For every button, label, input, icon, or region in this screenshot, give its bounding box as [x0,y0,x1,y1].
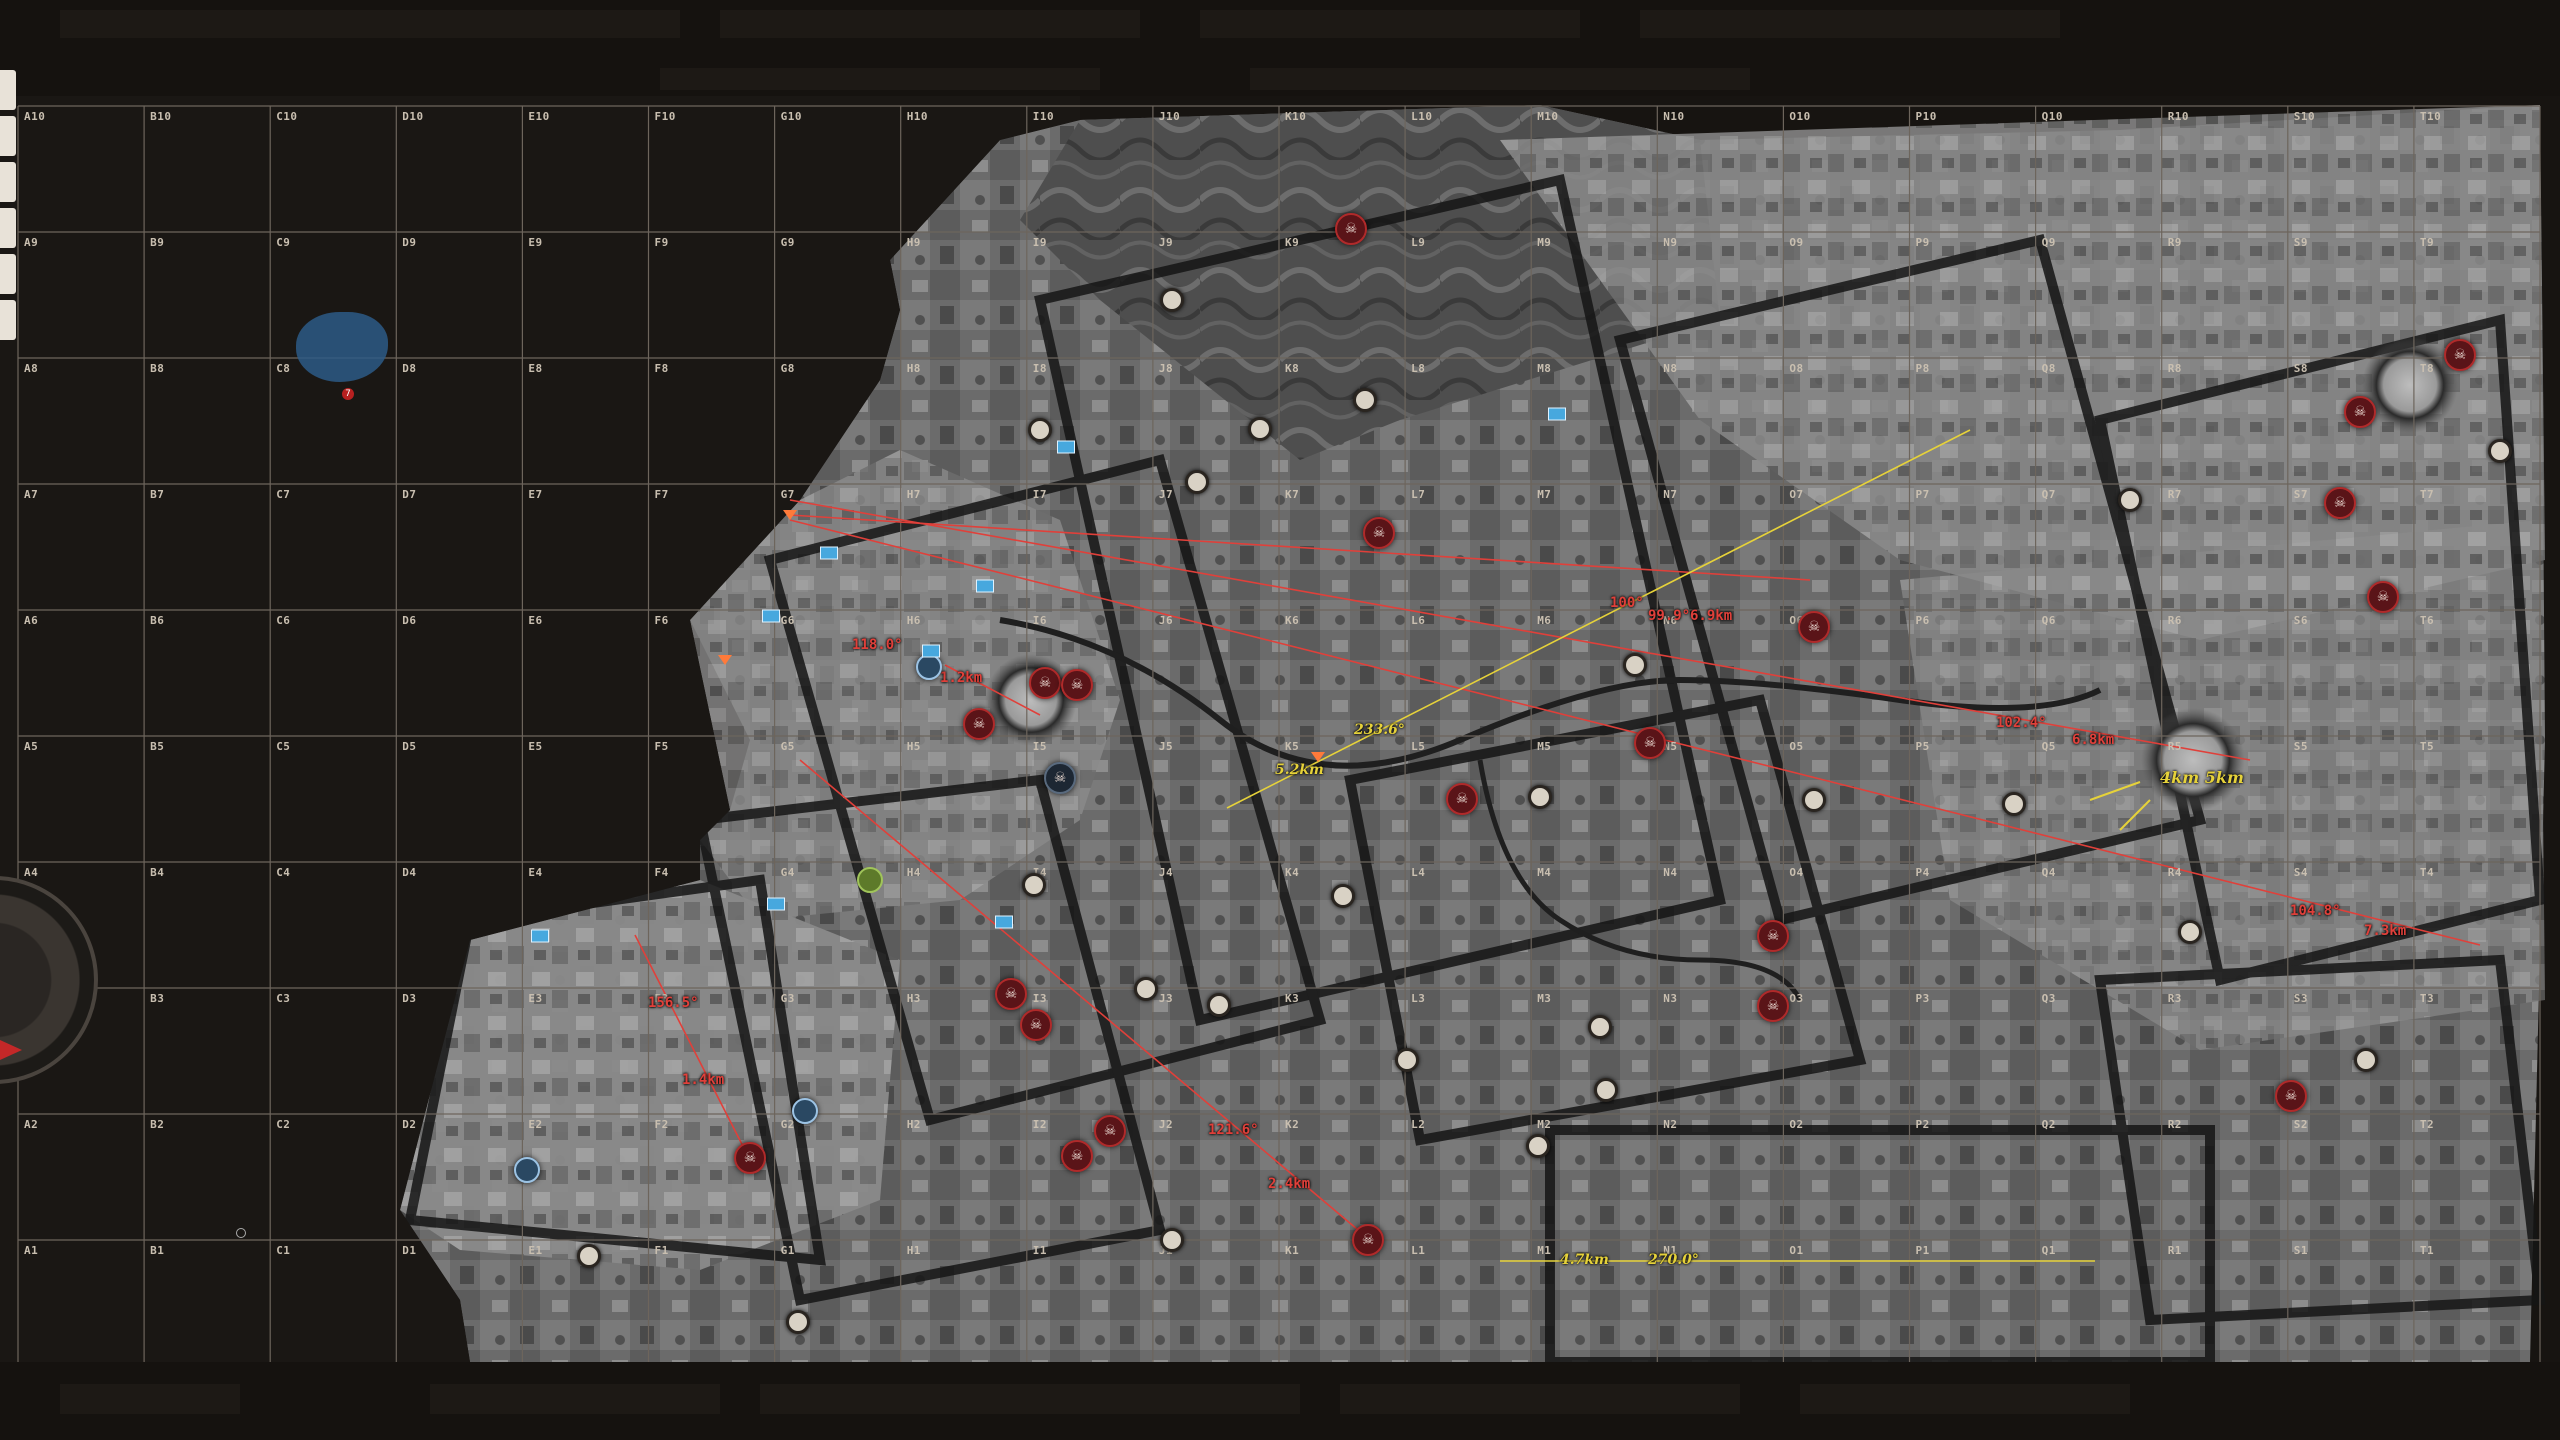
skull-icon[interactable]: ☠ [2275,1080,2307,1112]
tool-tab[interactable] [0,254,16,294]
tile-pin-icon[interactable] [1395,1048,1419,1072]
tool-tab[interactable] [0,70,16,110]
tool-tab[interactable] [0,300,16,340]
skull-icon[interactable]: ☠ [734,1142,766,1174]
camera-icon[interactable] [976,579,994,593]
skull-icon[interactable]: ☠ [1094,1115,1126,1147]
tile-pin-icon[interactable] [1526,1134,1550,1158]
objective-tag-icon: 7 [342,388,354,400]
skull-icon[interactable]: ☠ [2344,396,2376,428]
tile-pin-icon[interactable] [1331,884,1355,908]
skull-icon[interactable]: ☠ [1061,669,1093,701]
friendly-unit-icon[interactable] [916,654,942,680]
skull-icon[interactable]: ☠ [1061,1140,1093,1172]
tile-pin-icon[interactable] [2354,1048,2378,1072]
tile-pin-icon[interactable] [1028,418,1052,442]
skull-icon[interactable]: ☠ [1020,1009,1052,1041]
tile-pin-icon[interactable] [1160,288,1184,312]
tile-pin-icon[interactable] [1802,788,1826,812]
tool-tab[interactable] [0,208,16,248]
camera-icon[interactable] [767,897,785,911]
tile-pin-icon[interactable] [1207,993,1231,1017]
skull-icon[interactable]: ☠ [1363,517,1395,549]
origin-pin-icon[interactable] [783,510,797,520]
origin-pin-icon[interactable] [1311,752,1325,762]
tile-pin-icon[interactable] [1248,417,1272,441]
bottom-bar-block [760,1384,1300,1414]
tile-pin-icon[interactable] [1160,1228,1184,1252]
skull-icon[interactable]: ☠ [2367,581,2399,613]
bottom-bar [0,1362,2560,1440]
tile-pin-icon[interactable] [2002,792,2026,816]
map-screen: A10 B10 C10 D10 E10 F10 G10 H10 I10 J10 K10 L10 M10 N… [0,0,2560,1440]
camera-icon[interactable] [820,546,838,560]
tile-pin-icon[interactable] [1623,653,1647,677]
waypoint-icon[interactable] [857,867,883,893]
skull-icon[interactable]: ☠ [1352,1224,1384,1256]
camera-icon[interactable] [995,915,1013,929]
tile-pin-icon[interactable] [2118,488,2142,512]
map-canvas[interactable] [0,0,2560,1440]
camera-icon[interactable] [922,644,940,658]
skull-icon[interactable]: ☠ [1757,920,1789,952]
tool-tab[interactable] [0,116,16,156]
camera-icon[interactable] [531,929,549,943]
tile-pin-icon[interactable] [1022,873,1046,897]
tile-pin-icon[interactable] [2488,439,2512,463]
compass-needle-icon [0,1040,22,1060]
map-grid [17,105,2541,1367]
skull-icon[interactable]: ☠ [2324,487,2356,519]
skull-icon[interactable]: ☠ [995,978,1027,1010]
skull-icon[interactable]: ☠ [963,708,995,740]
skull-icon[interactable]: ☠ [1446,783,1478,815]
skull-icon[interactable]: ☠ [1044,762,1076,794]
skull-icon[interactable]: ☠ [1798,611,1830,643]
tool-tab[interactable] [0,162,16,202]
friendly-unit-icon[interactable] [792,1098,818,1124]
tile-pin-icon[interactable] [1185,470,1209,494]
tile-pin-icon[interactable] [2178,920,2202,944]
bottom-bar-block [430,1384,720,1414]
bottom-bar-block [1800,1384,2130,1414]
origin-pin-icon[interactable] [718,655,732,665]
camera-icon[interactable] [762,609,780,623]
small-circle-marker [236,1228,246,1238]
bottom-bar-block [1340,1384,1740,1414]
tile-pin-icon[interactable] [1134,977,1158,1001]
tile-pin-icon[interactable] [1353,388,1377,412]
tile-pin-icon[interactable] [1528,785,1552,809]
bottom-bar-block [60,1384,240,1414]
skull-icon[interactable]: ☠ [1634,727,1666,759]
skull-icon[interactable]: ☠ [1757,990,1789,1022]
tile-pin-icon[interactable] [1594,1078,1618,1102]
camera-icon[interactable] [1057,440,1075,454]
tile-pin-icon[interactable] [1588,1015,1612,1039]
left-tool-tabs[interactable] [0,70,18,346]
skull-icon[interactable]: ☠ [1029,667,1061,699]
skull-icon[interactable]: ☠ [1335,213,1367,245]
tile-pin-icon[interactable] [577,1244,601,1268]
skull-icon[interactable]: ☠ [2444,339,2476,371]
camera-icon[interactable] [1548,407,1566,421]
friendly-unit-icon[interactable] [514,1157,540,1183]
tile-pin-icon[interactable] [786,1310,810,1334]
